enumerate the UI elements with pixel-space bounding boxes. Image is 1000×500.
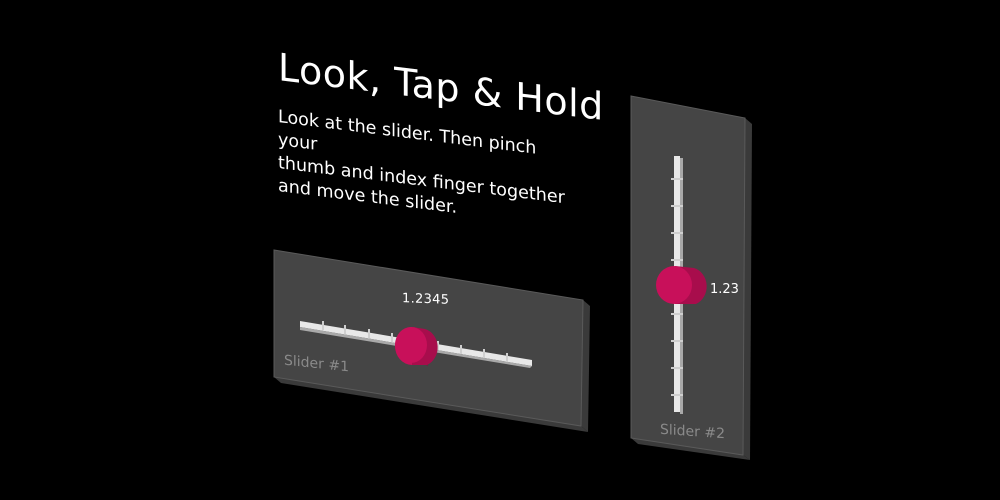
- slider-2-value: 1.23: [710, 282, 739, 297]
- slider-2-thumb[interactable]: [656, 266, 707, 304]
